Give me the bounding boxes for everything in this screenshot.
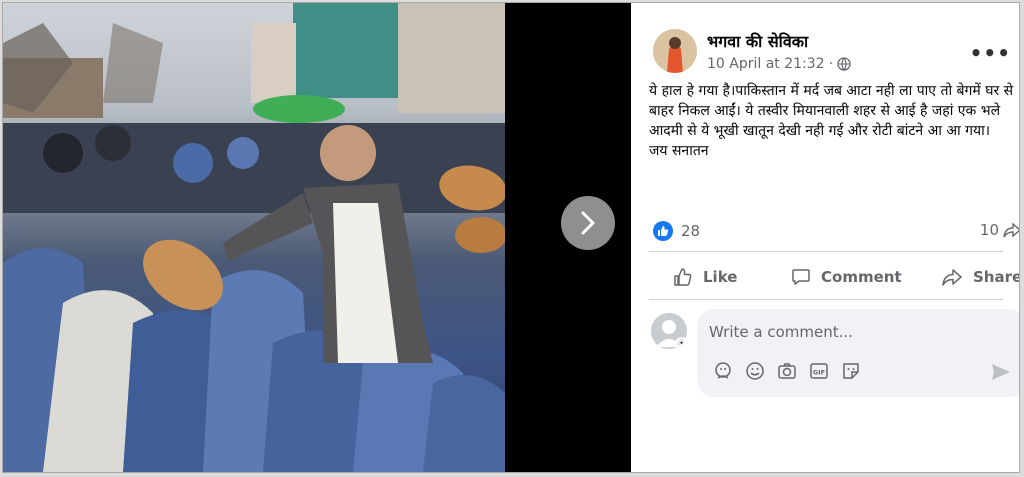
like-icon xyxy=(674,268,692,286)
next-photo-button[interactable] xyxy=(561,196,615,250)
reactions-summary[interactable]: 28 xyxy=(653,221,700,241)
post-meta: 10 April at 21:32 · xyxy=(707,56,851,72)
comment-input[interactable] xyxy=(707,319,1011,345)
post-viewer: भगवा की सेविका 10 April at 21:32 · ••• य… xyxy=(2,2,1020,473)
emoji-icon[interactable] xyxy=(745,361,765,381)
comment-button[interactable]: Comment xyxy=(791,259,902,295)
post-photo[interactable] xyxy=(3,3,505,472)
comment-composer: GIF xyxy=(697,309,1019,397)
post-details: भगवा की सेविका 10 April at 21:32 · ••• य… xyxy=(631,3,1020,472)
chevron-right-icon xyxy=(581,211,595,235)
chevron-down-icon[interactable]: ▾ xyxy=(675,337,687,349)
author-photo xyxy=(653,29,697,73)
sticker-icon[interactable] xyxy=(841,361,861,381)
photo-illustration xyxy=(3,3,505,472)
like-button[interactable]: Like xyxy=(673,259,737,295)
photo-pane xyxy=(3,3,631,472)
divider-top xyxy=(649,251,1003,252)
more-options-icon[interactable]: ••• xyxy=(970,41,1011,65)
commenter-avatar[interactable]: ▾ xyxy=(651,313,687,349)
post-body: ये हाल हे गया है।पाकिस्तान में मर्द जब आ… xyxy=(649,83,1014,159)
post-timestamp[interactable]: 10 April at 21:32 xyxy=(707,56,825,72)
like-label: Like xyxy=(703,268,738,286)
send-icon[interactable] xyxy=(991,363,1011,381)
author-name[interactable]: भगवा की सेविका xyxy=(707,30,808,52)
share-button[interactable]: Share xyxy=(941,259,1020,295)
globe-icon xyxy=(837,57,851,71)
composer-tools: GIF xyxy=(713,361,861,381)
author-avatar[interactable] xyxy=(653,29,697,73)
share-icon xyxy=(942,269,962,286)
comment-icon xyxy=(792,269,810,285)
avatar-sticker-icon[interactable] xyxy=(713,361,733,381)
shares-summary[interactable]: 10 xyxy=(979,221,1019,239)
share-arrow-icon xyxy=(1003,222,1019,238)
comment-label: Comment xyxy=(821,268,902,286)
gif-icon[interactable]: GIF xyxy=(809,361,829,381)
svg-text:GIF: GIF xyxy=(813,369,825,377)
camera-icon[interactable] xyxy=(777,361,797,381)
shares-count: 10 xyxy=(979,221,999,239)
meta-separator: · xyxy=(828,56,834,72)
divider-bottom xyxy=(649,299,1003,300)
share-label: Share xyxy=(973,268,1020,286)
like-reaction-icon xyxy=(653,221,673,241)
reactions-count: 28 xyxy=(681,222,701,240)
